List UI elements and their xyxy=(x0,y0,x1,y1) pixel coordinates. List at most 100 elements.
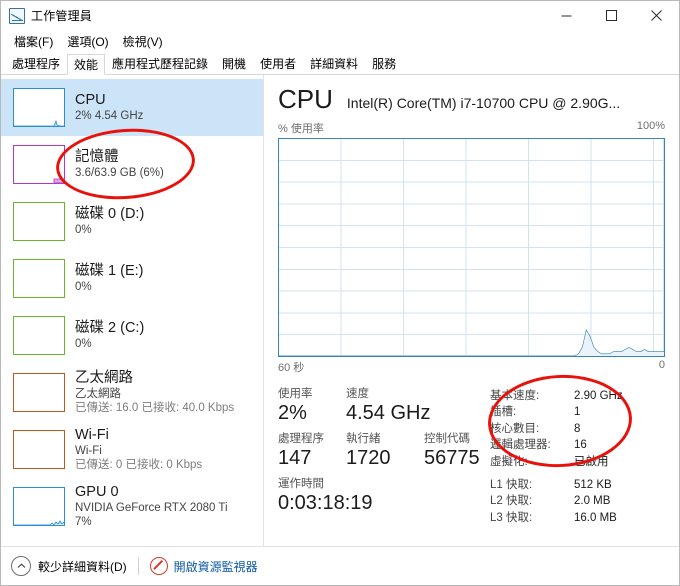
sidebar-item-disk-2-text: 磁碟 2 (C:) 0% xyxy=(75,320,144,351)
spec-virtualization-value: 已啟用 xyxy=(574,455,609,468)
spec-cores-value: 8 xyxy=(574,422,581,435)
sidebar-item-wifi-title: Wi-Fi xyxy=(75,427,109,443)
close-button[interactable] xyxy=(634,1,679,30)
sidebar-item-wifi-text: Wi-Fi Wi-Fi 已傳送: 0 已接收: 0 Kbps xyxy=(75,427,202,472)
stat-row-utilization-speed: 使用率 2% 速度 4.54 GHz xyxy=(278,387,490,425)
sidebar-item-cpu[interactable]: CPU 2% 4.54 GHz xyxy=(1,79,263,136)
stat-uptime: 運作時間 0:03:18:19 xyxy=(278,477,373,515)
stat-row-processes-threads-handles: 處理程序 147 執行緒 1720 控制代碼 56775 xyxy=(278,432,490,470)
tab-performance[interactable]: 效能 xyxy=(67,54,106,75)
tab-bar: 處理程序 效能 應用程式歷程記錄 開機 使用者 詳細資料 服務 xyxy=(1,52,679,75)
spec-l3-cache-value: 16.0 MB xyxy=(574,511,617,524)
stat-processes: 處理程序 147 xyxy=(278,432,346,470)
tab-details[interactable]: 詳細資料 xyxy=(303,53,365,74)
cpu-thumbnail-icon xyxy=(13,88,65,127)
sidebar-item-disk-1[interactable]: 磁碟 1 (E:) 0% xyxy=(1,250,263,307)
stat-handles-value: 56775 xyxy=(424,447,480,469)
primary-stats: 使用率 2% 速度 4.54 GHz 處理程序 147 執行緒 1720 控制代… xyxy=(278,387,490,526)
task-manager-icon xyxy=(9,7,25,24)
sidebar-item-disk-1-title: 磁碟 1 (E:) xyxy=(75,263,144,279)
fewer-details-button[interactable]: 較少詳細資料(D) xyxy=(38,558,127,575)
menu-item-view[interactable]: 檢視(V) xyxy=(117,31,171,52)
stat-handles: 控制代碼 56775 xyxy=(424,432,480,470)
spec-logical-processors-key: 邏輯處理器: xyxy=(490,439,551,452)
cpu-detail-panel: CPU Intel(R) Core(TM) i7-10700 CPU @ 2.9… xyxy=(264,75,679,546)
graph-y-max-label: 100% xyxy=(636,120,665,132)
graph-time-end: 0 xyxy=(658,359,665,371)
sidebar-item-disk-2[interactable]: 磁碟 2 (C:) 0% xyxy=(1,307,263,364)
sidebar-item-wifi-sub1: Wi-Fi xyxy=(75,445,102,457)
task-manager-window: 工作管理員 檔案(F) 選項(O) 檢視(V) 處理程序 效能 應用程式歷程記錄… xyxy=(0,0,680,586)
sidebar-item-memory-title: 記憶體 xyxy=(75,149,119,165)
minimize-button[interactable] xyxy=(544,1,589,30)
sidebar-item-wifi[interactable]: Wi-Fi Wi-Fi 已傳送: 0 已接收: 0 Kbps xyxy=(1,421,263,478)
ethernet-thumbnail-icon xyxy=(13,373,65,412)
tab-processes[interactable]: 處理程序 xyxy=(5,53,67,74)
chevron-up-icon[interactable] xyxy=(11,556,31,576)
spec-virtualization-key: 虛擬化: xyxy=(490,455,528,468)
disk-2-thumbnail-icon xyxy=(13,316,65,355)
graph-time-start: 60 秒 xyxy=(278,362,305,374)
spec-sockets-key: 插槽: xyxy=(490,406,517,419)
spec-l1-cache: L1 快取: 512 KB xyxy=(490,477,665,493)
stat-uptime-label: 運作時間 xyxy=(278,478,324,490)
disk-0-thumbnail-icon xyxy=(13,202,65,241)
spec-l2-cache-value: 2.0 MB xyxy=(574,495,611,508)
stat-utilization: 使用率 2% xyxy=(278,387,346,425)
stat-speed: 速度 4.54 GHz xyxy=(346,387,430,425)
stat-handles-label: 控制代碼 xyxy=(424,433,470,445)
stat-processes-label: 處理程序 xyxy=(278,433,324,445)
sidebar-item-cpu-title: CPU xyxy=(75,92,106,108)
sidebar-item-ethernet[interactable]: 乙太網路 乙太網路 已傳送: 16.0 已接收: 40.0 Kbps xyxy=(1,364,263,421)
tab-users[interactable]: 使用者 xyxy=(253,53,303,74)
window-controls xyxy=(544,1,679,30)
disk-1-thumbnail-icon xyxy=(13,259,65,298)
stat-threads: 執行緒 1720 xyxy=(346,432,424,470)
sidebar-item-gpu-0-sub1: NVIDIA GeForce RTX 2080 Ti xyxy=(75,502,228,514)
menu-item-options[interactable]: 選項(O) xyxy=(61,31,116,52)
footer-divider xyxy=(137,557,139,575)
sidebar-item-disk-0-text: 磁碟 0 (D:) 0% xyxy=(75,206,144,237)
footer-bar: 較少詳細資料(D) 開啟資源監視器 xyxy=(1,546,679,585)
sidebar-item-gpu-0-title: GPU 0 xyxy=(75,484,119,500)
page-title: CPU xyxy=(278,84,333,114)
cpu-specifications: 基本速度: 2.90 GHz 插槽: 1 核心數目: 8 邏輯處理器: 16 虛… xyxy=(490,387,665,526)
sidebar-item-memory-text: 記憶體 3.6/63.9 GB (6%) xyxy=(75,149,164,180)
tab-services[interactable]: 服務 xyxy=(365,53,403,74)
sidebar-item-disk-0-sub: 0% xyxy=(75,224,92,236)
panel-header: CPU Intel(R) Core(TM) i7-10700 CPU @ 2.9… xyxy=(278,85,665,113)
sidebar-item-disk-2-sub: 0% xyxy=(75,338,92,350)
content-area: CPU 2% 4.54 GHz 記憶體 3.6/63.9 GB (6%) 磁碟 … xyxy=(1,75,679,546)
spec-l3-cache: L3 快取: 16.0 MB xyxy=(490,510,665,526)
sidebar-item-cpu-sub: 2% 4.54 GHz xyxy=(75,110,144,122)
spec-base-speed: 基本速度: 2.90 GHz xyxy=(490,388,665,404)
sidebar-item-ethernet-text: 乙太網路 乙太網路 已傳送: 16.0 已接收: 40.0 Kbps xyxy=(75,370,234,415)
graph-plot xyxy=(279,139,664,356)
memory-thumbnail-icon xyxy=(13,145,65,184)
sidebar-item-disk-2-title: 磁碟 2 (C:) xyxy=(75,320,145,336)
stat-processes-value: 147 xyxy=(278,447,312,469)
tab-app-history[interactable]: 應用程式歷程記錄 xyxy=(105,53,215,74)
spec-virtualization: 虛擬化: 已啟用 xyxy=(490,454,665,470)
spec-l3-cache-key: L3 快取: xyxy=(490,511,533,524)
spec-l1-cache-value: 512 KB xyxy=(574,479,612,492)
resource-sidebar: CPU 2% 4.54 GHz 記憶體 3.6/63.9 GB (6%) 磁碟 … xyxy=(1,75,264,546)
spec-logical-processors: 邏輯處理器: 16 xyxy=(490,437,665,453)
cpu-utilization-graph[interactable] xyxy=(278,138,665,357)
resource-monitor-icon xyxy=(149,557,168,575)
sidebar-item-wifi-sub2: 已傳送: 0 已接收: 0 Kbps xyxy=(75,459,203,471)
menu-item-file[interactable]: 檔案(F) xyxy=(8,31,61,52)
statistics-area: 使用率 2% 速度 4.54 GHz 處理程序 147 執行緒 1720 控制代… xyxy=(278,387,665,526)
sidebar-item-gpu-0[interactable]: GPU 0 NVIDIA GeForce RTX 2080 Ti 7% xyxy=(1,478,263,535)
graph-y-label: % 使用率 xyxy=(278,123,324,135)
sidebar-item-disk-0-title: 磁碟 0 (D:) xyxy=(75,206,145,222)
sidebar-item-memory-sub: 3.6/63.9 GB (6%) xyxy=(75,167,164,179)
menu-bar: 檔案(F) 選項(O) 檢視(V) xyxy=(1,30,679,52)
window-title: 工作管理員 xyxy=(31,9,93,23)
sidebar-item-disk-0[interactable]: 磁碟 0 (D:) 0% xyxy=(1,193,263,250)
maximize-button[interactable] xyxy=(589,1,634,30)
stat-uptime-value: 0:03:18:19 xyxy=(278,492,373,514)
sidebar-item-memory[interactable]: 記憶體 3.6/63.9 GB (6%) xyxy=(1,136,263,193)
open-resource-monitor-link[interactable]: 開啟資源監視器 xyxy=(174,558,258,575)
tab-startup[interactable]: 開機 xyxy=(215,53,253,74)
